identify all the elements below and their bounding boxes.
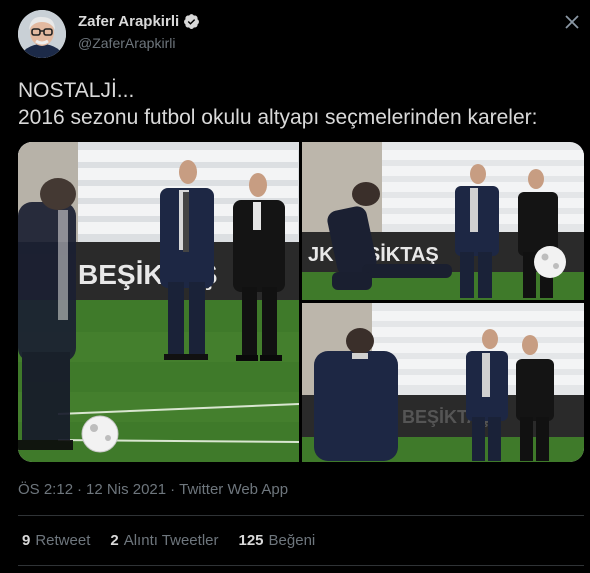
divider (18, 565, 584, 566)
avatar-image (18, 10, 66, 58)
tweet-card: Zafer Arapkirli @ZaferArapkirli NOSTALJİ… (0, 0, 590, 573)
author-display-name[interactable]: Zafer Arapkirli (78, 13, 179, 30)
tweet-text-line-2: 2016 sezonu futbol okulu altyapı seçmele… (18, 106, 538, 129)
photo-1[interactable]: BEŞİKTAŞ (18, 142, 299, 462)
meta-separator: · (170, 481, 176, 498)
tweet-meta: ÖS 2:12 · 12 Nis 2021 · Twitter Web App (18, 481, 288, 498)
author-handle[interactable]: @ZaferArapkirli (78, 35, 175, 51)
retweets-count: 9 (22, 532, 31, 549)
tweet-date-link[interactable]: 12 Nis 2021 (86, 481, 166, 498)
media-grid: BEŞİKTAŞ JK BEŞİKTAŞ BEŞİKTAŞ (18, 142, 584, 462)
tweet-stats: 9 Retweet 2 Alıntı Tweetler 125 Beğeni (22, 532, 335, 549)
meta-separator: · (77, 481, 83, 498)
author-name-row[interactable]: Zafer Arapkirli (78, 13, 200, 30)
divider (18, 515, 584, 516)
likes-stat[interactable]: 125 Beğeni (239, 532, 316, 549)
photo-2[interactable]: JK BEŞİKTAŞ (302, 142, 584, 300)
verified-badge-icon (184, 14, 200, 29)
retweets-label: Retweet (35, 532, 91, 549)
author-avatar[interactable] (18, 10, 66, 58)
tweet-time-link[interactable]: ÖS 2:12 (18, 481, 73, 498)
quote-tweets-label: Alıntı Tweetler (123, 532, 219, 549)
retweets-stat[interactable]: 9 Retweet (22, 532, 90, 549)
more-options-icon[interactable] (560, 12, 584, 32)
tweet-text-line-1: NOSTALJİ... (18, 79, 135, 102)
quote-tweets-stat[interactable]: 2 Alıntı Tweetler (110, 532, 218, 549)
likes-count: 125 (238, 532, 264, 549)
photo-3[interactable]: BEŞİKTAŞ (302, 303, 584, 462)
tweet-text: NOSTALJİ... 2016 sezonu futbol okulu alt… (18, 77, 588, 131)
quote-tweets-count: 2 (110, 532, 119, 549)
likes-label: Beğeni (268, 532, 316, 549)
tweet-source-link[interactable]: Twitter Web App (179, 481, 288, 498)
